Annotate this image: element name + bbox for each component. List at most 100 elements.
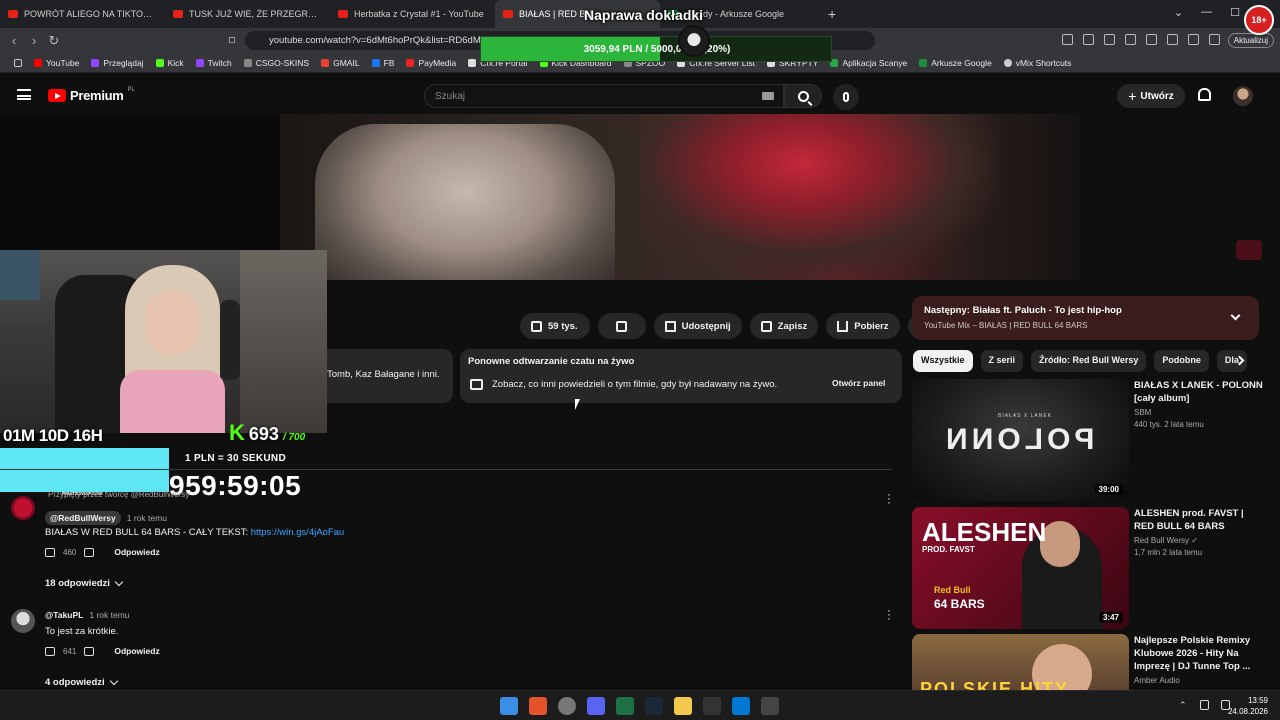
download-button[interactable]: Pobierz [826,313,900,339]
bookmark-aplikacja-scanye[interactable]: Aplikacja Scanye [824,58,913,68]
reply-button[interactable]: Odpowiedz [114,646,159,656]
bookmark-icon[interactable]: ⌑ [222,33,242,49]
comment-time[interactable]: 1 rok temu [89,610,129,620]
like-button[interactable]: 59 tys. [520,313,590,339]
forward-icon[interactable]: › [24,33,44,48]
video-thumbnail[interactable]: BIAŁAS X LANEK POLONN 39:00 [912,379,1129,501]
vscode-icon[interactable] [732,697,750,715]
recommendation-title[interactable]: BIAŁAS X LANEK - POLONN [cały album] [1134,379,1264,405]
recommendation-channel[interactable]: Amber Audio [1134,676,1264,685]
comment-author[interactable]: @RedBullWersy [45,511,121,525]
extension-icon[interactable] [1167,34,1178,45]
share-button[interactable]: Udostępnij [653,313,742,339]
create-button[interactable]: + Utwórz [1117,84,1185,108]
comment-time[interactable]: 1 rok temu [127,513,167,523]
comment-link[interactable]: https://win.gs/4jAoFau [251,527,344,538]
comment-avatar[interactable] [11,609,35,633]
comment-more-icon[interactable]: · · · [886,488,892,508]
file-explorer-icon[interactable] [674,697,692,715]
rate-text: 1 PLN = 30 SEKUND [185,453,286,464]
bookmark-twitch[interactable]: Twitch [190,58,238,68]
recommendation-channel[interactable]: Red Bull Wersy ✓ [1134,536,1264,545]
thumbs-down-icon[interactable] [84,547,95,557]
update-button[interactable]: Aktualizuj [1227,33,1274,48]
account-avatar[interactable] [1233,86,1253,106]
brave-browser-icon[interactable] [529,697,547,715]
tab-title: POWRÓT ALIEGO NA TIKTOK LIVE - Y [24,9,157,19]
chevron-down-icon [109,676,118,685]
discord-icon[interactable] [587,697,605,715]
bookmark-fb[interactable]: FB [366,58,401,68]
recommendation-title[interactable]: ALESHEN prod. FAVST | RED BULL 64 BARS [1134,507,1264,533]
video-thumbnail[interactable]: POLSKIE HITY [912,634,1129,690]
reload-icon[interactable]: ↻ [44,33,64,49]
extension-icon[interactable] [1209,34,1220,45]
tray-overflow-icon[interactable]: ⌃ [1179,700,1188,710]
youtube-logo[interactable]: Premium PL [48,87,135,103]
bookmark-csgo-skins[interactable]: CSGO-SKINS [238,58,315,68]
thumbs-down-icon[interactable] [84,646,95,656]
recommendation-channel[interactable]: SBM [1134,408,1264,417]
browser-tab[interactable]: POWRÓT ALIEGO NA TIKTOK LIVE - Y [0,0,165,28]
windows-start-icon[interactable] [500,697,518,715]
bookmark-paymedia[interactable]: PayMedia [400,58,462,68]
recommendation-item[interactable]: ALESHEN PROD. FAVST Red Bull 64 BARS 3:4… [912,507,1272,629]
chip-all[interactable]: Wszystkie [913,350,973,372]
excel-icon[interactable] [616,697,634,715]
voice-search-button[interactable] [833,84,859,110]
bookmark-przegladaj[interactable]: Przeglądaj [85,58,149,68]
chevron-down-icon[interactable] [1230,310,1241,321]
extension-icon[interactable] [1104,34,1115,45]
steam-like-icon[interactable] [558,697,576,715]
description-snippet[interactable]: Tomb, Kaz Bałagane i inni. [327,349,453,403]
apps-icon[interactable] [8,58,28,67]
extension-icon[interactable] [1062,34,1073,45]
open-chat-panel-button[interactable]: Otwórz panel [832,378,885,388]
chip-related[interactable]: Podobne [1154,350,1209,372]
maximize-icon[interactable]: ☐ [1230,6,1240,19]
back-icon[interactable]: ‹ [4,33,24,48]
thumbs-up-icon[interactable] [45,547,55,557]
menu-icon[interactable] [17,89,31,100]
notifications-bell-icon[interactable] [1198,88,1211,101]
system-clock[interactable]: 13:59 24.08.2026 [1228,695,1268,717]
browser-tab[interactable]: Herbatka z Crystal #1 - YouTube [330,0,495,28]
comment-author[interactable]: @TakuPL [45,610,83,620]
terminal-icon[interactable] [703,697,721,715]
reply-button[interactable]: Odpowiedz [114,547,159,557]
app-icon[interactable] [761,697,779,715]
comment-more-icon[interactable]: · · · [886,604,892,624]
search-button[interactable] [784,84,822,108]
up-next-panel[interactable]: Następny: Białas ft. Paluch - To jest hi… [912,296,1259,340]
extension-icon[interactable] [1146,34,1157,45]
bookmark-arkusze-google[interactable]: Arkusze Google [913,58,997,68]
steam-icon[interactable] [645,697,663,715]
minimize-icon[interactable]: — [1201,6,1212,19]
bookmark-kick[interactable]: Kick [150,58,190,68]
browser-tab[interactable]: TUSK JUŻ WIE, ŻE PRZEGRA W 2027? [165,0,330,28]
view-replies-button[interactable]: 18 odpowiedzi [45,577,124,589]
dislike-button[interactable] [597,313,646,339]
microphone-tray-icon[interactable] [1200,700,1209,710]
save-button[interactable]: Zapisz [749,313,819,339]
view-replies-button[interactable]: 4 odpowiedzi [45,676,118,688]
tab-list-icon[interactable]: ⌄ [1174,6,1183,19]
keyboard-icon[interactable] [762,92,774,100]
bookmark-gmail[interactable]: GMAIL [315,58,365,68]
video-thumbnail[interactable]: ALESHEN PROD. FAVST Red Bull 64 BARS 3:4… [912,507,1129,629]
search-input[interactable]: Szukaj [424,84,784,108]
extension-icon[interactable] [1188,34,1199,45]
recommendation-title[interactable]: Najlepsze Polskie Remixy Klubowe 2026 - … [1134,634,1264,673]
thumbs-up-icon[interactable] [45,646,55,656]
recommendation-info: BIAŁAS X LANEK - POLONN [cały album] SBM… [1134,379,1264,429]
bookmark-vmix-shortcuts[interactable]: vMix Shortcuts [998,58,1078,68]
chip-source[interactable]: Źródło: Red Bull Wersy [1031,350,1147,372]
extension-icon[interactable] [1125,34,1136,45]
recommendation-item[interactable]: BIAŁAS X LANEK POLONN 39:00 BIAŁAS X LAN… [912,379,1272,501]
monkey-mascot-icon [678,25,710,57]
chip-series[interactable]: Z serii [980,350,1024,372]
comment-avatar[interactable] [11,496,35,520]
recommendation-item[interactable]: POLSKIE HITY Najlepsze Polskie Remixy Kl… [912,634,1272,690]
bookmark-youtube[interactable]: YouTube [28,58,85,68]
extension-icon[interactable] [1083,34,1094,45]
